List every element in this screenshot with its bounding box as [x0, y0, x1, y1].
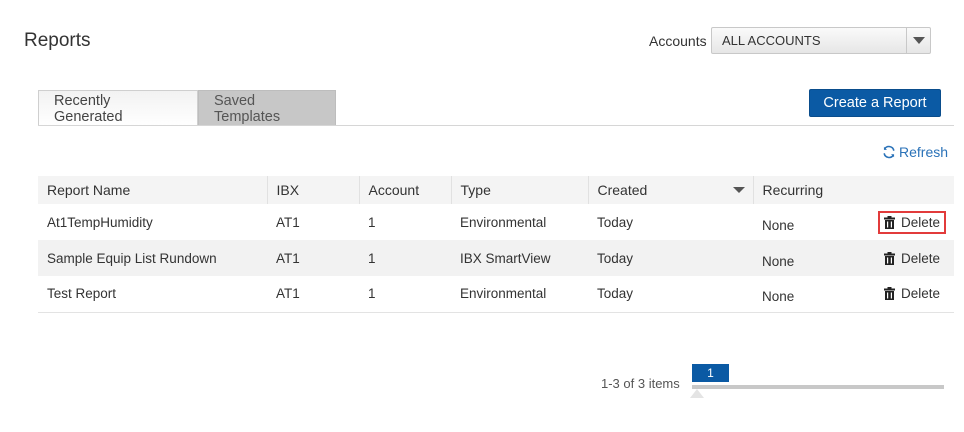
column-header-created[interactable]: Created [587, 176, 753, 204]
page-pointer-icon [690, 389, 704, 398]
column-header-account[interactable]: Account [358, 176, 451, 204]
tab-recently-generated[interactable]: Recently Generated [38, 90, 198, 126]
delete-label: Delete [900, 250, 940, 266]
delete-button[interactable]: Delete [877, 210, 946, 234]
cell-created: Today [588, 240, 753, 276]
dropdown-arrow[interactable] [906, 28, 930, 53]
accounts-label: Accounts [649, 33, 707, 49]
cell-account: 1 [359, 276, 451, 313]
column-header-created-label: Created [597, 182, 648, 198]
cell-report-name[interactable]: Test Report [38, 276, 267, 313]
cell-report-name[interactable]: Sample Equip List Rundown [38, 240, 267, 276]
cell-created: Today [597, 214, 634, 230]
trash-icon [883, 251, 895, 265]
accounts-select-value: ALL ACCOUNTS [722, 33, 821, 48]
tab-saved-templates[interactable]: Saved Templates [198, 90, 336, 126]
table-row: Sample Equip List Rundown AT1 1 IBX Smar… [38, 240, 954, 276]
cell-account: 1 [359, 240, 451, 276]
table-row: Test Report AT1 1 Environmental Today No… [38, 276, 954, 313]
delete-label: Delete [900, 286, 940, 302]
cell-recurring-actions: None Delete [753, 204, 954, 240]
create-report-button[interactable]: Create a Report [809, 89, 941, 117]
cell-ibx: AT1 [267, 276, 359, 313]
accounts-select[interactable]: ALL ACCOUNTS [711, 27, 931, 54]
cell-type: IBX SmartView [451, 240, 588, 276]
trash-icon [883, 215, 895, 229]
cell-recurring: None [762, 289, 795, 305]
cell-type: Environmental [451, 276, 588, 313]
refresh-icon [883, 145, 895, 159]
table-header-row: Report Name IBX Account Type Created Rec… [38, 176, 954, 204]
reports-table: Report Name IBX Account Type Created Rec… [38, 176, 954, 313]
refresh-label: Refresh [899, 144, 949, 160]
column-header-report-name[interactable]: Report Name [38, 176, 267, 204]
cell-recurring: None [762, 217, 795, 233]
column-header-type[interactable]: Type [450, 176, 588, 204]
cell-recurring: None [762, 253, 795, 269]
column-header-recurring[interactable]: Recurring [752, 176, 954, 204]
delete-button[interactable]: Delete [878, 282, 946, 305]
cell-created: Today [588, 276, 753, 313]
cell-recurring-actions: None Delete [753, 276, 954, 313]
tab-divider [38, 125, 954, 126]
cell-report-name[interactable]: At1TempHumidity [38, 204, 267, 240]
cell-ibx: AT1 [267, 240, 359, 276]
refresh-link[interactable]: Refresh [882, 144, 948, 160]
cell-recurring-actions: None Delete [753, 240, 954, 276]
pagination-track [692, 385, 944, 389]
cell-account: 1 [368, 214, 376, 230]
page-title: Reports [24, 30, 91, 51]
column-header-ibx[interactable]: IBX [266, 176, 359, 204]
delete-label: Delete [900, 214, 940, 230]
pagination-summary: 1-3 of 3 items [601, 376, 680, 391]
cell-ibx: AT1 [276, 214, 300, 230]
chevron-down-icon [912, 37, 925, 44]
sort-desc-icon [732, 187, 745, 193]
cell-type: Environmental [460, 214, 547, 230]
table-row: At1TempHumidity AT1 1 Environmental Toda… [38, 204, 954, 240]
page-button-current[interactable]: 1 [692, 364, 729, 382]
report-tabs: Recently Generated Saved Templates [38, 90, 336, 126]
delete-button[interactable]: Delete [878, 247, 946, 270]
trash-icon [883, 287, 895, 301]
